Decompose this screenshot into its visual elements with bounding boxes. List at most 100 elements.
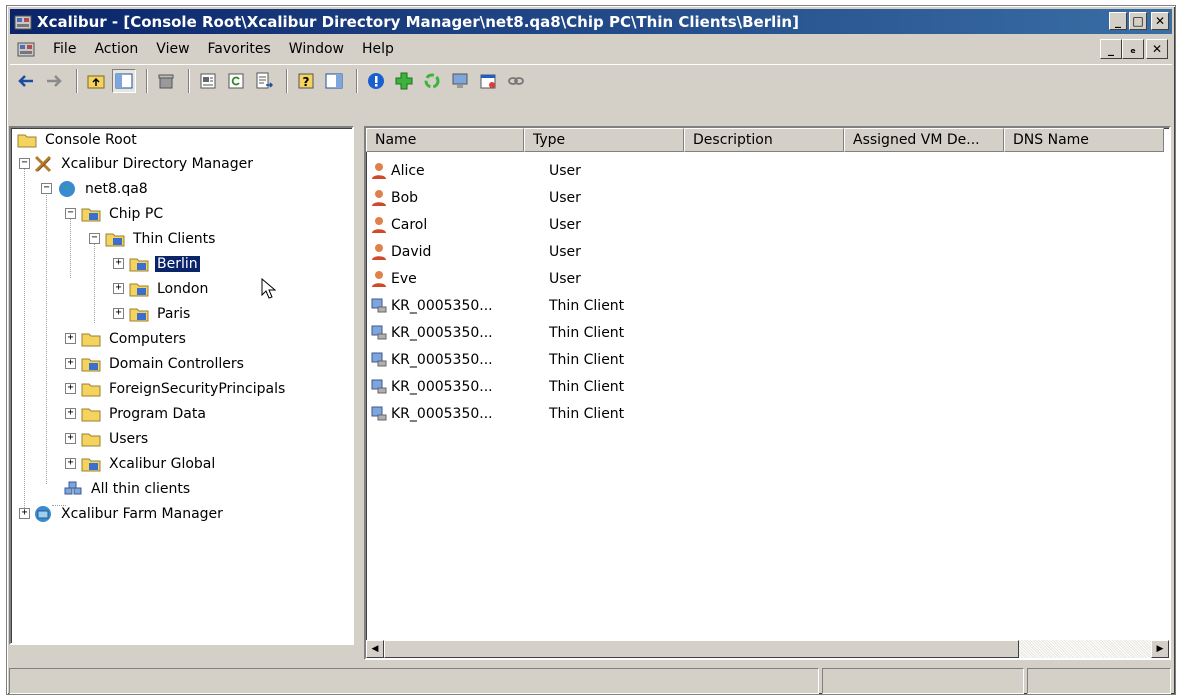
tree-item-domain-controllers[interactable]: Domain Controllers <box>81 352 246 376</box>
expand-toggle[interactable]: + <box>113 283 124 294</box>
tree-item-xcalibur-global[interactable]: Xcalibur Global <box>81 452 217 476</box>
info-button[interactable] <box>364 69 388 93</box>
list-item[interactable]: KR_0005350... Thin Client <box>370 319 689 346</box>
menu-help[interactable]: Help <box>353 39 403 59</box>
maximize-icon: □ <box>1132 14 1144 28</box>
expand-toggle[interactable]: + <box>19 508 30 519</box>
item-name: KR_0005350... <box>391 297 493 314</box>
results-list-pane[interactable]: Name Type Description Assigned VM De... … <box>364 126 1171 660</box>
calendar-button[interactable] <box>476 69 500 93</box>
show-hide-tree-button[interactable] <box>112 68 136 93</box>
refresh-button[interactable] <box>224 69 248 93</box>
show-hide-action-pane-button[interactable] <box>322 69 346 93</box>
tree-item-label: Users <box>109 431 149 447</box>
scroll-right-button[interactable]: ▶ <box>1151 640 1169 658</box>
menu-window[interactable]: Window <box>280 39 353 59</box>
list-item[interactable]: KR_0005350... Thin Client <box>370 292 689 319</box>
scroll-left-button[interactable]: ◀ <box>366 640 384 658</box>
close-icon: ✕ <box>1151 42 1163 56</box>
column-header-type[interactable]: Type <box>524 128 684 152</box>
tree-item-computers[interactable]: Computers <box>81 327 188 351</box>
computer-button[interactable] <box>448 69 472 93</box>
horizontal-scrollbar[interactable]: ◀ ▶ <box>366 640 1169 658</box>
thin-client-icon <box>371 406 387 420</box>
column-header-assigned-vm[interactable]: Assigned VM De... <box>844 128 1004 152</box>
forward-button[interactable] <box>42 69 66 93</box>
column-header-dns-name[interactable]: DNS Name <box>1004 128 1164 152</box>
item-type: Thin Client <box>549 378 625 395</box>
minimize-button[interactable]: _ <box>1109 12 1127 30</box>
collapse-toggle[interactable]: − <box>41 183 52 194</box>
expand-toggle[interactable]: + <box>113 258 124 269</box>
tree-item-program-data[interactable]: Program Data <box>81 402 208 426</box>
tree-item-xcalibur-directory-manager[interactable]: Xcalibur Directory Manager <box>33 152 255 176</box>
list-item[interactable]: Alice User <box>370 157 689 184</box>
tree-item-london[interactable]: London <box>129 277 210 301</box>
list-item[interactable]: Carol User <box>370 211 689 238</box>
help-icon: ? <box>298 73 314 89</box>
list-item[interactable]: Bob User <box>370 184 689 211</box>
tree-item-label: Berlin <box>154 255 201 273</box>
menu-favorites[interactable]: Favorites <box>199 39 280 59</box>
add-button[interactable] <box>392 69 416 93</box>
list-item[interactable]: KR_0005350... Thin Client <box>370 373 689 400</box>
list-header: Name Type Description Assigned VM De... … <box>366 128 1169 152</box>
tree-item-all-thin-clients[interactable]: All thin clients <box>63 477 192 501</box>
link-button[interactable] <box>504 69 528 93</box>
scrollbar-thumb[interactable] <box>384 640 1019 658</box>
collapse-toggle[interactable]: − <box>89 233 100 244</box>
back-button[interactable] <box>14 69 38 93</box>
recycle-button[interactable] <box>420 69 444 93</box>
tree-item-berlin[interactable]: Berlin <box>129 252 201 276</box>
farm-manager-icon <box>35 506 51 522</box>
tree-item-chip-pc[interactable]: Chip PC <box>81 202 165 226</box>
collapse-toggle[interactable]: − <box>19 158 30 169</box>
expand-toggle[interactable]: + <box>113 308 124 319</box>
column-header-description[interactable]: Description <box>684 128 844 152</box>
up-one-level-icon <box>87 75 105 88</box>
mdi-restore-button[interactable]: ₑ <box>1122 39 1144 59</box>
close-icon: ✕ <box>1154 14 1166 28</box>
list-item[interactable]: David User <box>370 238 689 265</box>
tree-item-foreign-security-principals[interactable]: ForeignSecurityPrincipals <box>81 377 287 401</box>
collapse-toggle[interactable]: − <box>65 208 76 219</box>
expand-toggle[interactable]: + <box>65 383 76 394</box>
column-header-name[interactable]: Name <box>366 128 524 152</box>
expand-toggle[interactable]: + <box>65 458 76 469</box>
menu-action[interactable]: Action <box>85 39 147 59</box>
scrollbar-track[interactable] <box>1019 640 1151 658</box>
tree-item-paris[interactable]: Paris <box>129 302 192 326</box>
user-icon <box>372 189 386 206</box>
tree-item-thin-clients[interactable]: Thin Clients <box>105 227 217 251</box>
thin-client-icon <box>371 298 387 312</box>
list-item[interactable]: KR_0005350... Thin Client <box>370 346 689 373</box>
tree-item-label: Paris <box>157 306 191 322</box>
expand-toggle[interactable]: + <box>65 433 76 444</box>
expand-toggle[interactable]: + <box>65 358 76 369</box>
folder-icon <box>81 408 101 422</box>
list-item[interactable]: KR_0005350... Thin Client <box>370 400 689 427</box>
help-button[interactable]: ? <box>294 69 318 93</box>
console-window-icon[interactable] <box>16 39 36 59</box>
tree-item-console-root[interactable]: Console Root <box>17 128 139 152</box>
up-one-level-button[interactable] <box>84 69 108 93</box>
title-bar[interactable]: Xcalibur - [Console Root\Xcalibur Direct… <box>10 9 1172 34</box>
mdi-close-button[interactable]: ✕ <box>1146 39 1168 59</box>
delete-button[interactable] <box>154 69 178 93</box>
close-button[interactable]: ✕ <box>1151 12 1169 30</box>
maximize-button[interactable]: □ <box>1129 12 1147 30</box>
tree-item-net8-qa8[interactable]: net8.qa8 <box>57 177 150 201</box>
menu-file[interactable]: File <box>44 39 85 59</box>
expand-toggle[interactable]: + <box>65 333 76 344</box>
globe-icon <box>59 181 75 197</box>
expand-toggle[interactable]: + <box>65 408 76 419</box>
status-bar <box>9 668 1171 694</box>
tree-item-users[interactable]: Users <box>81 427 150 451</box>
export-list-button[interactable] <box>252 69 276 93</box>
console-tree-pane[interactable]: Console Root − Xcalibur Directory Manage… <box>9 126 354 645</box>
list-item[interactable]: Eve User <box>370 265 689 292</box>
properties-button[interactable] <box>196 69 220 93</box>
tree-item-xcalibur-farm-manager[interactable]: Xcalibur Farm Manager <box>33 502 225 526</box>
mdi-minimize-button[interactable]: _ <box>1100 39 1122 59</box>
menu-view[interactable]: View <box>147 39 198 59</box>
